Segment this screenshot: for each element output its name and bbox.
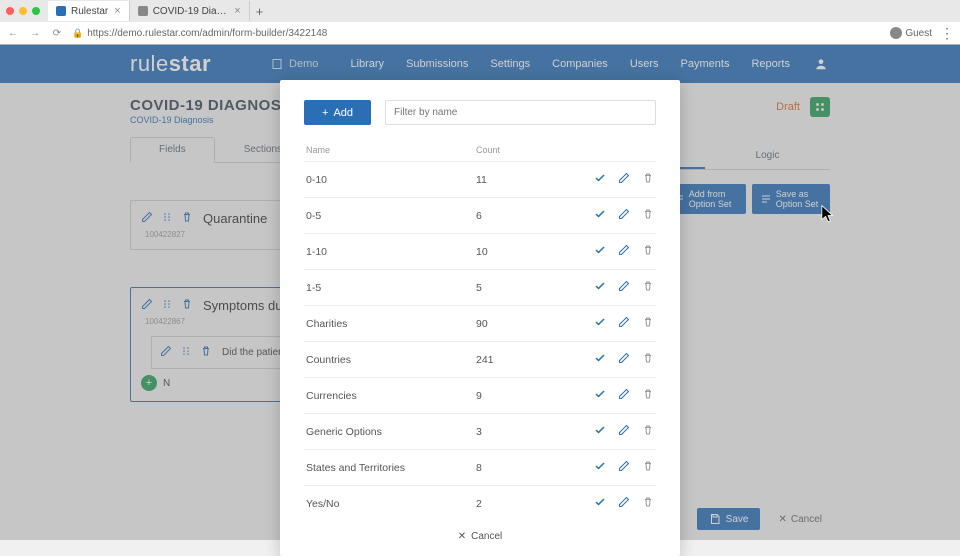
- row-count: 9: [476, 390, 556, 402]
- row-name: Charities: [306, 318, 476, 330]
- edit-icon[interactable]: [618, 388, 630, 403]
- plus-icon: +: [322, 107, 328, 119]
- delete-icon[interactable]: [642, 316, 654, 331]
- table-row: 0-56: [304, 197, 656, 233]
- edit-icon[interactable]: [618, 244, 630, 259]
- select-icon[interactable]: [594, 244, 606, 259]
- close-icon: ✕: [458, 531, 466, 542]
- row-name: 1-10: [306, 246, 476, 258]
- row-name: Currencies: [306, 390, 476, 402]
- row-count: 241: [476, 354, 556, 366]
- edit-icon[interactable]: [618, 424, 630, 439]
- row-count: 6: [476, 210, 556, 222]
- lock-icon: 🔒: [72, 28, 83, 39]
- reload-button[interactable]: ⟳: [50, 28, 64, 39]
- row-count: 90: [476, 318, 556, 330]
- row-name: Yes/No: [306, 498, 476, 510]
- delete-icon[interactable]: [642, 208, 654, 223]
- delete-icon[interactable]: [642, 388, 654, 403]
- delete-icon[interactable]: [642, 172, 654, 187]
- table-row: 1-55: [304, 269, 656, 305]
- delete-icon[interactable]: [642, 352, 654, 367]
- row-count: 11: [476, 174, 556, 186]
- edit-icon[interactable]: [618, 352, 630, 367]
- edit-icon[interactable]: [618, 460, 630, 475]
- delete-icon[interactable]: [642, 460, 654, 475]
- select-icon[interactable]: [594, 316, 606, 331]
- delete-icon[interactable]: [642, 244, 654, 259]
- profile-button[interactable]: Guest: [890, 27, 932, 39]
- edit-icon[interactable]: [618, 496, 630, 511]
- forward-button[interactable]: →: [28, 28, 42, 39]
- maximize-window-icon[interactable]: [32, 7, 40, 15]
- row-name: 1-5: [306, 282, 476, 294]
- tab-title: COVID-19 Diagnosis Flowchart: [153, 6, 229, 17]
- browser-tab-active[interactable]: Rulestar ×: [48, 1, 130, 21]
- url-text: https://demo.rulestar.com/admin/form-bui…: [87, 28, 327, 39]
- delete-icon[interactable]: [642, 424, 654, 439]
- filter-input[interactable]: [385, 100, 656, 125]
- delete-icon[interactable]: [642, 280, 654, 295]
- delete-icon[interactable]: [642, 496, 654, 511]
- browser-menu-icon[interactable]: ⋮: [940, 26, 954, 40]
- close-tab-icon[interactable]: ×: [234, 5, 240, 17]
- minimize-window-icon[interactable]: [19, 7, 27, 15]
- row-name: 0-10: [306, 174, 476, 186]
- table-row: States and Territories8: [304, 449, 656, 485]
- edit-icon[interactable]: [618, 208, 630, 223]
- table-body: 0-10110-561-10101-55Charities90Countries…: [304, 161, 656, 521]
- select-icon[interactable]: [594, 424, 606, 439]
- row-name: States and Territories: [306, 462, 476, 474]
- edit-icon[interactable]: [618, 316, 630, 331]
- row-count: 8: [476, 462, 556, 474]
- table-row: Generic Options3: [304, 413, 656, 449]
- row-name: 0-5: [306, 210, 476, 222]
- select-icon[interactable]: [594, 280, 606, 295]
- url-field[interactable]: 🔒 https://demo.rulestar.com/admin/form-b…: [72, 28, 882, 39]
- select-icon[interactable]: [594, 460, 606, 475]
- modal-cancel-button[interactable]: ✕ Cancel: [304, 521, 656, 542]
- table-row: 0-1011: [304, 161, 656, 197]
- row-count: 5: [476, 282, 556, 294]
- close-tab-icon[interactable]: ×: [114, 5, 120, 17]
- window-controls[interactable]: [6, 7, 40, 15]
- row-name: Countries: [306, 354, 476, 366]
- col-count-header: Count: [476, 145, 556, 155]
- select-icon[interactable]: [594, 352, 606, 367]
- table-row: Countries241: [304, 341, 656, 377]
- edit-icon[interactable]: [618, 172, 630, 187]
- address-bar: ← → ⟳ 🔒 https://demo.rulestar.com/admin/…: [0, 22, 960, 44]
- table-row: 1-1010: [304, 233, 656, 269]
- favicon-icon: [56, 6, 66, 16]
- row-count: 2: [476, 498, 556, 510]
- new-tab-button[interactable]: +: [250, 4, 270, 19]
- select-icon[interactable]: [594, 496, 606, 511]
- row-name: Generic Options: [306, 426, 476, 438]
- table-header: Name Count: [304, 139, 656, 161]
- browser-tab-inactive[interactable]: COVID-19 Diagnosis Flowchart ×: [130, 1, 250, 21]
- tab-title: Rulestar: [71, 6, 108, 17]
- col-name-header: Name: [306, 145, 476, 155]
- table-row: Charities90: [304, 305, 656, 341]
- edit-icon[interactable]: [618, 280, 630, 295]
- avatar-icon: [890, 27, 902, 39]
- back-button[interactable]: ←: [6, 28, 20, 39]
- row-count: 10: [476, 246, 556, 258]
- add-option-set-button[interactable]: + Add: [304, 100, 371, 125]
- browser-chrome: Rulestar × COVID-19 Diagnosis Flowchart …: [0, 0, 960, 45]
- select-icon[interactable]: [594, 172, 606, 187]
- select-icon[interactable]: [594, 388, 606, 403]
- profile-label: Guest: [905, 28, 932, 39]
- tab-bar: Rulestar × COVID-19 Diagnosis Flowchart …: [0, 0, 960, 22]
- close-window-icon[interactable]: [6, 7, 14, 15]
- select-icon[interactable]: [594, 208, 606, 223]
- table-row: Yes/No2: [304, 485, 656, 521]
- option-set-modal: + Add Name Count 0-10110-561-10101-55Cha…: [280, 80, 680, 556]
- favicon-icon: [138, 6, 148, 16]
- row-count: 3: [476, 426, 556, 438]
- table-row: Currencies9: [304, 377, 656, 413]
